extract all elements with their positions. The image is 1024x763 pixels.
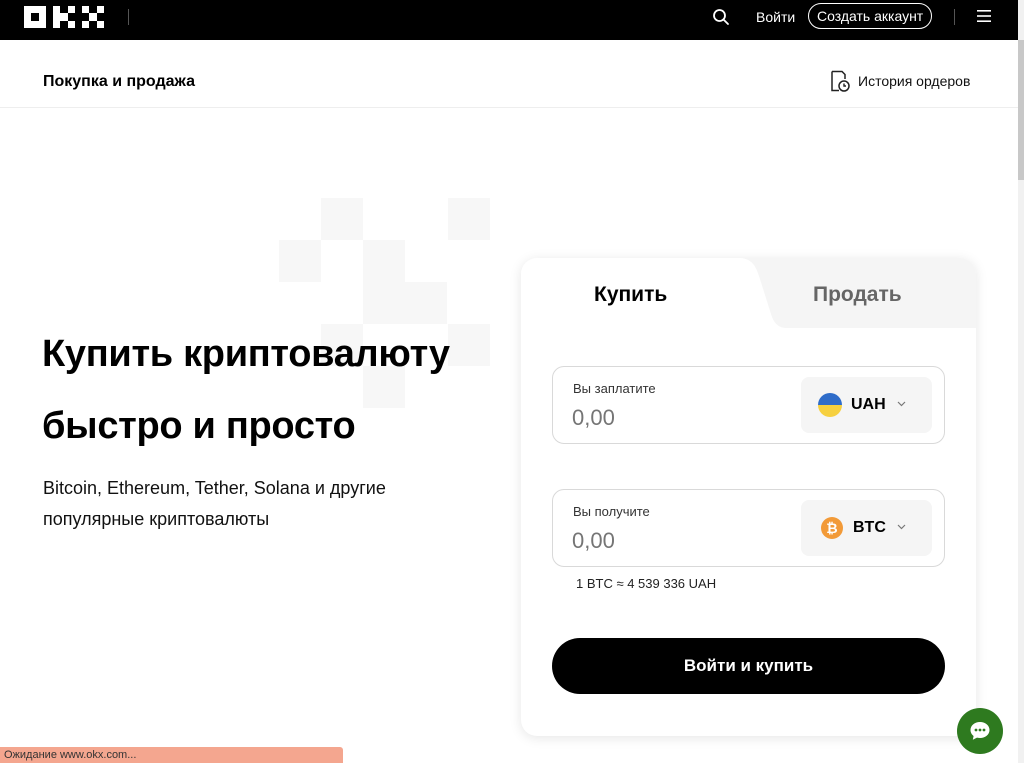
hero-subtitle: Bitcoin, Ethereum, Tether, Solana и друг… — [43, 473, 463, 535]
chat-bubble-icon — [970, 722, 990, 740]
login-and-buy-button[interactable]: Войти и купить — [552, 638, 945, 694]
hero-title-line-1: Купить криптовалюту — [42, 333, 450, 375]
receive-currency-code: BTC — [853, 519, 886, 536]
exchange-rate: 1 BTC ≈ 4 539 336 UAH — [576, 576, 717, 591]
hero-title: Купить криптовалюту быстро и просто — [42, 318, 502, 462]
receive-field: Вы получите ₿ BTC — [552, 489, 945, 567]
okx-logo[interactable] — [24, 6, 104, 28]
chevron-down-icon — [897, 401, 906, 407]
pay-amount-input[interactable] — [572, 403, 772, 433]
tab-buy-edge — [737, 258, 787, 330]
pay-currency-code: UAH — [851, 396, 886, 413]
hero-subtitle-line-2: популярные криптовалюты — [43, 509, 270, 529]
trade-card: Купить Продать Вы заплатите UAH Вы получ… — [521, 258, 976, 736]
page: Войти Создать аккаунт Покупка и продажа … — [0, 0, 1024, 763]
pay-currency-select[interactable]: UAH — [801, 377, 932, 433]
order-history-link[interactable]: История ордеров — [830, 70, 970, 92]
ukraine-flag-icon — [818, 393, 842, 417]
status-text: Ожидание www.okx.com... — [4, 749, 137, 761]
browser-status-bar: Ожидание www.okx.com... — [0, 747, 343, 763]
page-title: Покупка и продажа — [43, 73, 195, 90]
order-history-icon — [831, 70, 850, 92]
nav-divider — [954, 9, 955, 25]
page-subheader: Покупка и продажа История ордеров — [0, 40, 1018, 108]
order-history-label: История ордеров — [858, 73, 971, 89]
search-icon[interactable] — [712, 8, 730, 26]
tab-buy[interactable]: Купить — [594, 282, 667, 308]
top-navigation-bar: Войти Создать аккаунт — [0, 0, 1018, 40]
hamburger-menu-icon[interactable] — [977, 10, 991, 22]
tab-sell[interactable]: Продать — [813, 282, 902, 308]
scrollbar-thumb[interactable] — [1018, 40, 1024, 180]
chevron-down-icon — [897, 524, 906, 530]
create-account-button[interactable]: Создать аккаунт — [808, 3, 933, 29]
pay-field: Вы заплатите UAH — [552, 366, 945, 444]
hero-subtitle-line-1: Bitcoin, Ethereum, Tether, Solana и друг… — [43, 478, 386, 498]
login-link[interactable]: Войти — [756, 8, 795, 26]
hero-title-line-2: быстро и просто — [42, 405, 356, 447]
receive-field-label: Вы получите — [573, 504, 650, 519]
page-scrollbar[interactable] — [1018, 0, 1024, 763]
pay-field-label: Вы заплатите — [573, 381, 656, 396]
logo-divider — [128, 9, 129, 25]
receive-currency-select[interactable]: ₿ BTC — [801, 500, 932, 556]
chat-support-button[interactable] — [957, 708, 1003, 754]
bitcoin-icon: ₿ — [821, 517, 843, 539]
receive-amount-input[interactable] — [572, 526, 772, 556]
